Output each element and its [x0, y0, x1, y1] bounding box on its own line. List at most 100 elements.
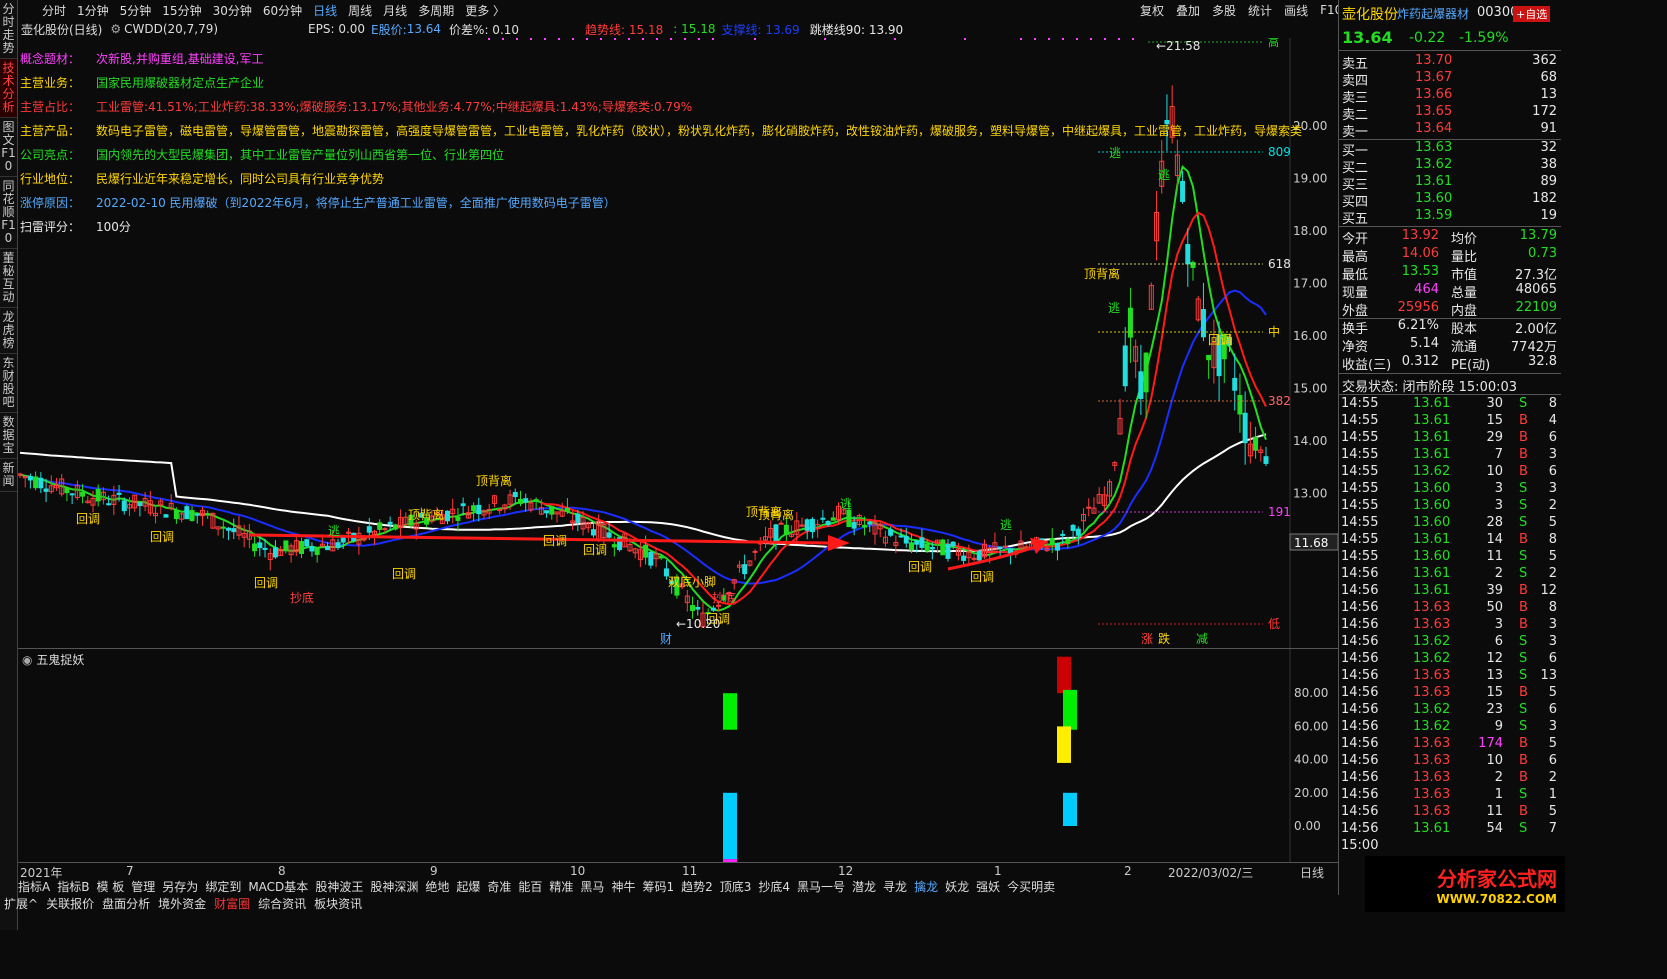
indicator-tab-14[interactable]: 黑马: [580, 878, 604, 895]
signal-dot: [502, 38, 504, 40]
left-tab-3[interactable]: 同花顺F10: [0, 177, 17, 249]
indicator-tab-15[interactable]: 神牛: [611, 878, 635, 895]
period-tab-6[interactable]: 日线: [313, 2, 337, 19]
indicator-tab-0[interactable]: 指标A: [18, 878, 50, 895]
fund-row-text: 2022-02-10 民用爆破（到2022年6月，将停止生产普通工业雷管，全面推…: [96, 196, 616, 210]
indicator-tab-22[interactable]: 寻龙: [883, 878, 907, 895]
indicator-tab-19[interactable]: 抄底4: [758, 878, 790, 895]
tick-count: 3: [1548, 634, 1557, 649]
indicator-tab-2[interactable]: 模 板: [96, 878, 124, 895]
orderbook-price: 13.62: [1415, 157, 1453, 172]
period-tab-2[interactable]: 5分钟: [120, 2, 152, 19]
period-tab-8[interactable]: 月线: [383, 2, 407, 19]
add-watchlist-button[interactable]: +自选: [1513, 6, 1551, 22]
signal-dot: [1020, 38, 1022, 40]
tick-volume: 12: [1486, 651, 1503, 666]
tick-count: 3: [1548, 617, 1557, 632]
period-tab-9[interactable]: 多周期: [418, 2, 454, 19]
indicator-tab-10[interactable]: 起爆: [456, 878, 480, 895]
period-tab-10[interactable]: 更多 〉: [465, 2, 505, 19]
kline-candle: [1070, 523, 1076, 539]
tick-time: 14:56: [1341, 804, 1379, 819]
status-tab-2[interactable]: 盘面分析: [102, 895, 150, 912]
stat-value: 14.06: [1401, 246, 1439, 261]
kline-candle: [757, 537, 763, 552]
tick-volume: 15: [1486, 413, 1503, 428]
kline-candle: [1127, 287, 1133, 363]
period-tab-3[interactable]: 15分钟: [162, 2, 201, 19]
stat-value: 25956: [1397, 300, 1439, 315]
indicator-tab-24[interactable]: 妖龙: [945, 878, 969, 895]
indicator-tab-18[interactable]: 顶底3: [720, 878, 752, 895]
left-tab-8[interactable]: 新闻: [0, 459, 17, 492]
indicator-tab-12[interactable]: 能百: [518, 878, 542, 895]
candle-body: [476, 504, 482, 515]
fund-row: 主营占比： 工业雷管:41.51%;工业炸药:38.33%;爆破服务:13.17%…: [20, 98, 692, 115]
indicator-name[interactable]: CWDD(20,7,79): [124, 22, 218, 36]
left-tab-7[interactable]: 数据宝: [0, 413, 17, 459]
x-axis-label: 11: [682, 864, 698, 878]
indicator-tab-17[interactable]: 趋势2: [681, 878, 713, 895]
indicator-tab-9[interactable]: 绝地: [425, 878, 449, 895]
tick-price: 13.62: [1413, 719, 1451, 734]
kline-candle: [1018, 530, 1024, 549]
status-tab-1[interactable]: 关联报价: [46, 895, 94, 912]
left-tab-1[interactable]: 技术分析: [0, 59, 17, 118]
kline-candle: [820, 509, 826, 523]
left-tab-6[interactable]: 东财股吧: [0, 354, 17, 413]
signal-dot: [530, 38, 532, 40]
indicator-tab-5[interactable]: 绑定到: [205, 878, 241, 895]
indicator-tab-21[interactable]: 潜龙: [852, 878, 876, 895]
indicator-tab-8[interactable]: 股神深渊: [370, 878, 418, 895]
tool-button-3[interactable]: 统计: [1248, 2, 1272, 19]
indicator-panel[interactable]: ◉ 五鬼捉妖 80.00 60.00 40.00 20.00 0.00: [18, 648, 1338, 893]
kline-candle: [252, 533, 258, 557]
tool-button-2[interactable]: 多股: [1212, 2, 1236, 19]
period-tab-1[interactable]: 1分钟: [77, 2, 109, 19]
tick-time: 14:55: [1341, 481, 1379, 496]
stock-sector[interactable]: 炸药起爆器材: [1397, 5, 1469, 22]
status-tab-4[interactable]: 财富圈: [214, 895, 250, 912]
indicator-tab-26[interactable]: 今买明卖: [1007, 878, 1055, 895]
tick-price: 13.60: [1413, 515, 1451, 530]
left-tab-5[interactable]: 龙虎榜: [0, 308, 17, 354]
left-tab-2[interactable]: 图文F10: [0, 118, 17, 177]
left-tab-4[interactable]: 董秘互动: [0, 249, 17, 308]
kline-chart[interactable]: 809 618 中 382 191 低高 20.00 19.00 18.00 17.00 16.00…: [17, 35, 1339, 648]
indicator-tab-23[interactable]: 擒龙: [914, 878, 938, 895]
tool-button-4[interactable]: 画线: [1284, 2, 1308, 19]
tick-side: B: [1519, 413, 1528, 428]
indicator-tab-1[interactable]: 指标B: [57, 878, 89, 895]
indicator-toggle-icon[interactable]: ◉: [22, 653, 32, 667]
period-tab-0[interactable]: 分时: [42, 2, 66, 19]
indicator-tab-7[interactable]: 股神波王: [315, 878, 363, 895]
indicator-gear-icon[interactable]: ⚙: [110, 22, 121, 36]
status-tab-6[interactable]: 板块资讯: [314, 895, 362, 912]
indicator-tab-11[interactable]: 奇准: [487, 878, 511, 895]
kline-candle: [1253, 426, 1259, 459]
indicator-tab-13[interactable]: 精准: [549, 878, 573, 895]
indicator-tab-4[interactable]: 另存为: [162, 878, 198, 895]
status-tab-3[interactable]: 境外资金: [158, 895, 206, 912]
fund-row-label: 主营占比：: [20, 100, 81, 114]
candle-body: [898, 535, 904, 538]
stat-label: 收益(三): [1342, 358, 1392, 373]
status-tab-0[interactable]: 扩展^: [4, 895, 38, 912]
period-tab-4[interactable]: 30分钟: [213, 2, 252, 19]
period-tab-7[interactable]: 周线: [348, 2, 372, 19]
kline-candle: [33, 471, 39, 491]
indicator-tab-16[interactable]: 筹码1: [642, 878, 674, 895]
indicator-tab-20[interactable]: 黑马一号: [797, 878, 845, 895]
indicator-bar: [1063, 689, 1077, 730]
indicator-tab-25[interactable]: 强妖: [976, 878, 1000, 895]
tool-button-1[interactable]: 叠加: [1176, 2, 1200, 19]
indicator-tab-3[interactable]: 管理: [131, 878, 155, 895]
kline-candle: [877, 522, 883, 538]
indicator-tab-6[interactable]: MACD基本: [248, 878, 308, 895]
left-tab-0[interactable]: 分时走势: [0, 0, 17, 59]
period-tab-5[interactable]: 60分钟: [263, 2, 302, 19]
kline-candle: [502, 503, 508, 514]
candle-body: [27, 476, 33, 481]
tool-button-0[interactable]: 复权: [1140, 2, 1164, 19]
status-tab-5[interactable]: 综合资讯: [258, 895, 306, 912]
